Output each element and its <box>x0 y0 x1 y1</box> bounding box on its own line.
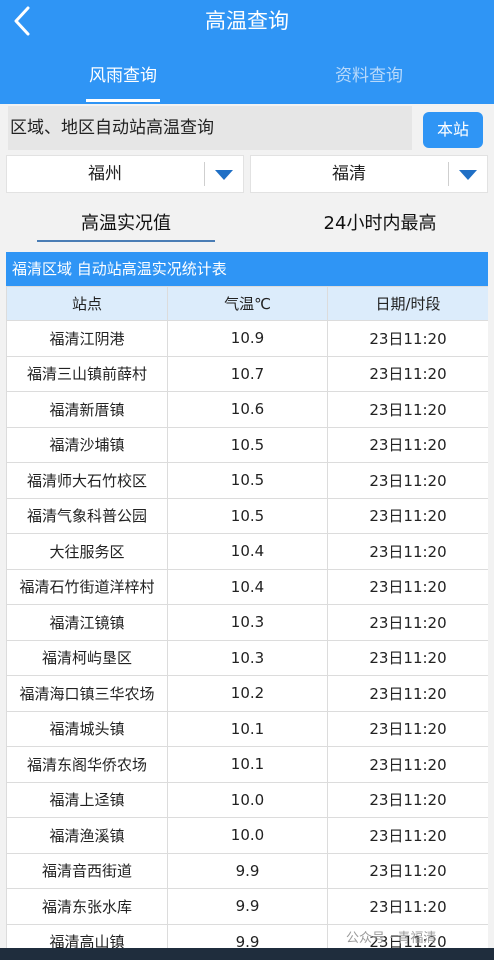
page-title: 高温查询 <box>205 9 289 33</box>
select-divider <box>204 162 205 186</box>
table-cell-station: 福清新厝镇 <box>6 391 168 428</box>
column-header-time: 日期/时段 <box>327 286 488 321</box>
query-label: 区域、地区自动站高温查询 <box>8 106 412 150</box>
table-cell-temperature: 10.4 <box>167 533 328 570</box>
table-header-row: 站点 气温℃ 日期/时段 <box>6 286 488 321</box>
triangle-down-icon <box>215 170 233 180</box>
select-divider <box>448 162 449 186</box>
table-cell-station: 福清海口镇三华农场 <box>6 675 168 712</box>
table-cell-time: 23日11:20 <box>327 497 488 534</box>
table-cell-time: 23日11:20 <box>327 391 488 428</box>
bottom-bar <box>0 948 494 960</box>
table-row[interactable]: 福清沙埔镇 10.5 23日11:20 <box>6 426 488 463</box>
city-select-value: 福州 <box>88 164 122 184</box>
city-select[interactable]: 福州 <box>6 155 244 193</box>
table-row[interactable]: 福清江镜镇 10.3 23日11:20 <box>6 604 488 641</box>
table-row[interactable]: 福清气象科普公园 10.5 23日11:20 <box>6 497 488 534</box>
table-row[interactable]: 福清新厝镇 10.6 23日11:20 <box>6 391 488 428</box>
watermark: 公众号 · 青福清 <box>346 931 437 946</box>
table-row[interactable]: 福清海口镇三华农场 10.2 23日11:20 <box>6 675 488 712</box>
table-cell-temperature: 10.6 <box>167 391 328 428</box>
stats-table-container[interactable]: 福清区域 自动站高温实况统计表 站点 气温℃ 日期/时段 福清江阴港 10.9 23… <box>6 252 488 948</box>
active-tab-indicator <box>86 99 160 102</box>
table-cell-time: 23日11:20 <box>327 675 488 712</box>
table-row[interactable]: 福清东阁华侨农场 10.1 23日11:20 <box>6 746 488 783</box>
table-cell-temperature: 10.3 <box>167 604 328 641</box>
table-cell-time: 23日11:20 <box>327 888 488 925</box>
table-row[interactable]: 福清石竹街道洋梓村 10.4 23日11:20 <box>6 568 488 605</box>
table-cell-station: 大往服务区 <box>6 533 168 570</box>
table-cell-time: 23日11:20 <box>327 746 488 783</box>
table-row[interactable]: 福清上迳镇 10.0 23日11:20 <box>6 781 488 818</box>
table-cell-time: 23日11:20 <box>327 533 488 570</box>
table-cell-station: 福清上迳镇 <box>6 781 168 818</box>
subtab-24h-max[interactable]: 24小时内最高 <box>280 206 480 242</box>
table-row[interactable]: 大往服务区 10.4 23日11:20 <box>6 533 488 570</box>
tab-data-query[interactable]: 资料查询 <box>306 60 432 92</box>
app-header: 高温查询 风雨查询 资料查询 <box>0 0 494 104</box>
table-cell-station: 福清江阴港 <box>6 320 168 357</box>
tab-weather-query[interactable]: 风雨查询 <box>60 60 186 92</box>
table-cell-time: 23日11:20 <box>327 462 488 499</box>
table-cell-time: 23日11:20 <box>327 817 488 854</box>
table-cell-station: 福清高山镇 <box>6 923 168 948</box>
table-cell-temperature: 10.4 <box>167 568 328 605</box>
table-body: 福清江阴港 10.9 23日11:20 福清三山镇前薛村 10.7 23日11:20 福清新… <box>6 320 488 948</box>
active-subtab-indicator <box>37 240 215 242</box>
table-cell-temperature: 10.7 <box>167 355 328 392</box>
table-cell-station: 福清江镜镇 <box>6 604 168 641</box>
table-cell-time: 23日11:20 <box>327 568 488 605</box>
table-row[interactable]: 福清东张水库 9.9 23日11:20 <box>6 888 488 925</box>
table-cell-time: 23日11:20 <box>327 852 488 889</box>
table-row[interactable]: 福清三山镇前薛村 10.7 23日11:20 <box>6 355 488 392</box>
column-header-station: 站点 <box>6 286 168 321</box>
table-cell-time: 23日11:20 <box>327 426 488 463</box>
table-cell-time: 23日11:20 <box>327 781 488 818</box>
table-cell-temperature: 10.5 <box>167 426 328 463</box>
table-row[interactable]: 福清柯屿垦区 10.3 23日11:20 <box>6 639 488 676</box>
table-cell-temperature: 10.0 <box>167 781 328 818</box>
triangle-down-icon <box>459 170 477 180</box>
district-select-value: 福清 <box>332 164 366 184</box>
table-cell-time: 23日11:20 <box>327 604 488 641</box>
table-cell-temperature: 10.1 <box>167 746 328 783</box>
table-row[interactable]: 福清师大石竹校区 10.5 23日11:20 <box>6 462 488 499</box>
table-cell-station: 福清气象科普公园 <box>6 497 168 534</box>
table-cell-temperature: 10.5 <box>167 462 328 499</box>
table-cell-station: 福清柯屿垦区 <box>6 639 168 676</box>
table-cell-station: 福清东阁华侨农场 <box>6 746 168 783</box>
table-cell-station: 福清城头镇 <box>6 710 168 747</box>
table-cell-temperature: 10.0 <box>167 817 328 854</box>
table-cell-station: 福清师大石竹校区 <box>6 462 168 499</box>
table-cell-station: 福清东张水库 <box>6 888 168 925</box>
table-cell-time: 23日11:20 <box>327 639 488 676</box>
table-row[interactable]: 福清音西街道 9.9 23日11:20 <box>6 852 488 889</box>
table-cell-station: 福清音西街道 <box>6 852 168 889</box>
table-cell-time: 23日11:20 <box>327 710 488 747</box>
table-row[interactable]: 福清城头镇 10.1 23日11:20 <box>6 710 488 747</box>
column-header-temperature: 气温℃ <box>167 286 328 321</box>
table-cell-temperature: 9.9 <box>167 923 328 948</box>
table-row[interactable]: 福清渔溪镇 10.0 23日11:20 <box>6 817 488 854</box>
table-row[interactable]: 福清江阴港 10.9 23日11:20 <box>6 320 488 357</box>
table-cell-temperature: 9.9 <box>167 888 328 925</box>
table-cell-time: 23日11:20 <box>327 355 488 392</box>
station-button[interactable]: 本站 <box>423 112 483 148</box>
table-cell-temperature: 9.9 <box>167 852 328 889</box>
table-cell-temperature: 10.1 <box>167 710 328 747</box>
table-cell-temperature: 10.2 <box>167 675 328 712</box>
table-cell-temperature: 10.3 <box>167 639 328 676</box>
table-cell-station: 福清三山镇前薛村 <box>6 355 168 392</box>
table-cell-temperature: 10.9 <box>167 320 328 357</box>
stats-table: 站点 气温℃ 日期/时段 福清江阴港 10.9 23日11:20 福清三山镇前薛村 10… <box>6 286 488 948</box>
table-cell-station: 福清渔溪镇 <box>6 817 168 854</box>
table-cell-station: 福清石竹街道洋梓村 <box>6 568 168 605</box>
table-caption: 福清区域 自动站高温实况统计表 <box>6 252 488 286</box>
district-select[interactable]: 福清 <box>250 155 488 193</box>
table-cell-temperature: 10.5 <box>167 497 328 534</box>
subtab-current-high[interactable]: 高温实况值 <box>36 206 216 242</box>
table-cell-time: 23日11:20 <box>327 320 488 357</box>
query-row: 区域、地区自动站高温查询 本站 <box>0 106 494 150</box>
table-cell-station: 福清沙埔镇 <box>6 426 168 463</box>
